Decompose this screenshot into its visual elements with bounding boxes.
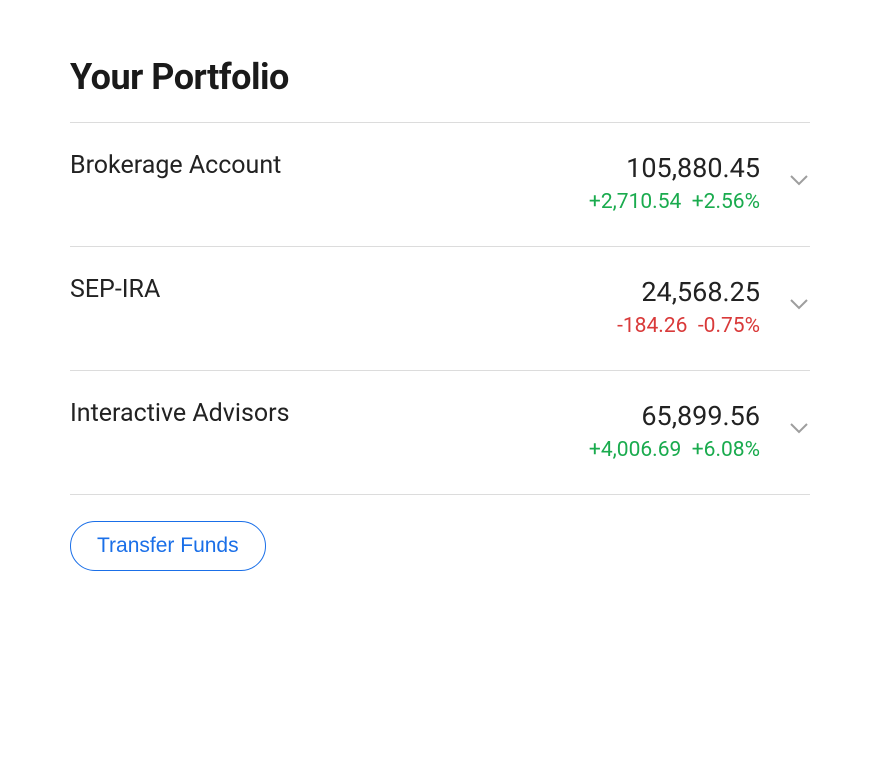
portfolio-title: Your Portfolio (70, 56, 810, 98)
change-absolute: +2,710.54 (589, 190, 681, 214)
account-balance: 24,568.25 (617, 275, 760, 310)
account-balance: 65,899.56 (589, 399, 760, 434)
change-percent: -0.75% (698, 314, 760, 338)
change-absolute: +4,006.69 (589, 438, 681, 462)
chevron-down-icon[interactable] (788, 417, 810, 439)
account-name: Brokerage Account (70, 151, 281, 180)
chevron-down-icon[interactable] (788, 169, 810, 191)
account-balance: 105,880.45 (589, 151, 760, 186)
account-change: +2,710.54 +2.56% (589, 190, 760, 214)
account-name: Interactive Advisors (70, 399, 290, 428)
account-change: -184.26 -0.75% (617, 314, 760, 338)
account-values: 105,880.45 +2,710.54 +2.56% (589, 151, 760, 214)
divider (70, 494, 810, 495)
chevron-down-icon[interactable] (788, 293, 810, 315)
account-values: 24,568.25 -184.26 -0.75% (617, 275, 760, 338)
change-absolute: -184.26 (617, 314, 687, 338)
account-change: +4,006.69 +6.08% (589, 438, 760, 462)
account-row[interactable]: SEP-IRA 24,568.25 -184.26 -0.75% (70, 247, 810, 370)
portfolio-panel: Your Portfolio Brokerage Account 105,880.… (70, 56, 810, 571)
account-row[interactable]: Brokerage Account 105,880.45 +2,710.54 +2.… (70, 123, 810, 246)
transfer-funds-button[interactable]: Transfer Funds (70, 521, 266, 571)
change-percent: +6.08% (692, 438, 760, 462)
account-row[interactable]: Interactive Advisors 65,899.56 +4,006.69 +… (70, 371, 810, 494)
change-percent: +2.56% (692, 190, 760, 214)
account-values: 65,899.56 +4,006.69 +6.08% (589, 399, 760, 462)
account-name: SEP-IRA (70, 275, 160, 304)
